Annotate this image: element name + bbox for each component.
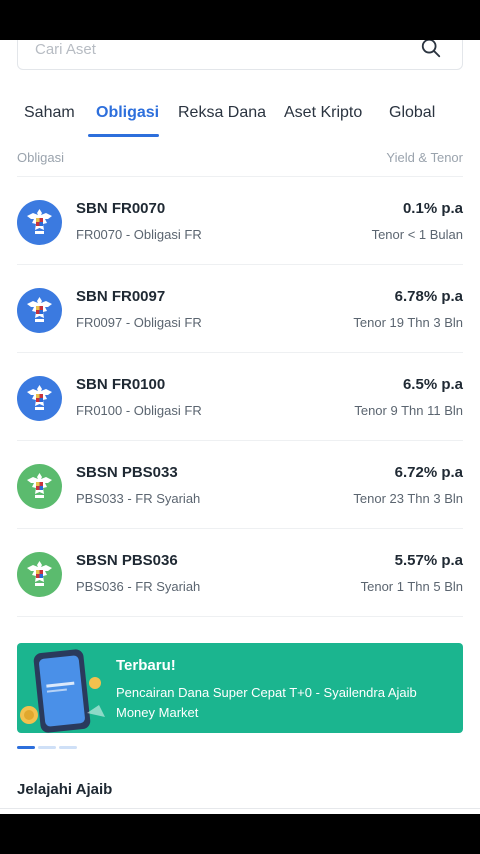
list-header-category: Obligasi bbox=[17, 150, 64, 165]
tab-reksa-dana[interactable]: Reksa Dana bbox=[178, 104, 266, 122]
section-title: Jelajahi Ajaib bbox=[17, 781, 113, 798]
asset-tabs: Saham Obligasi Reksa Dana Aset Kripto Gl… bbox=[0, 104, 480, 138]
bond-name: SBSN PBS033 bbox=[76, 464, 178, 481]
bond-tenor: Tenor 1 Thn 5 Bln bbox=[360, 579, 463, 594]
bond-row[interactable]: SBSN PBS036 PBS036 - FR Syariah 5.57% p.… bbox=[17, 529, 463, 617]
garuda-emblem-icon bbox=[17, 288, 62, 333]
bond-subtitle: FR0100 - Obligasi FR bbox=[76, 403, 202, 418]
search-icon[interactable] bbox=[420, 40, 442, 59]
active-tab-indicator bbox=[88, 134, 159, 137]
bond-yield: 6.78% p.a bbox=[394, 288, 463, 305]
bond-row[interactable]: SBN FR0097 FR0097 - Obligasi FR 6.78% p.… bbox=[17, 265, 463, 353]
list-header-yield-tenor: Yield & Tenor bbox=[386, 150, 463, 165]
divider bbox=[0, 808, 480, 809]
garuda-emblem-icon bbox=[17, 464, 62, 509]
carousel-dot[interactable] bbox=[38, 746, 56, 749]
bond-row[interactable]: SBSN PBS033 PBS033 - FR Syariah 6.72% p.… bbox=[17, 441, 463, 529]
phone-illustration-icon bbox=[20, 649, 105, 733]
banner-description: Pencairan Dana Super Cepat T+0 - Syailen… bbox=[116, 685, 417, 720]
bond-tenor: Tenor 23 Thn 3 Bln bbox=[353, 491, 463, 506]
carousel-dot[interactable] bbox=[59, 746, 77, 749]
promo-banner[interactable]: Terbaru! Pencairan Dana Super Cepat T+0 … bbox=[17, 643, 463, 733]
list-header: Obligasi Yield & Tenor bbox=[17, 150, 463, 168]
bond-tenor: Tenor 19 Thn 3 Bln bbox=[353, 315, 463, 330]
tab-obligasi[interactable]: Obligasi bbox=[96, 104, 159, 122]
bond-name: SBSN PBS036 bbox=[76, 552, 178, 569]
bond-row[interactable]: SBN FR0100 FR0100 - Obligasi FR 6.5% p.a… bbox=[17, 353, 463, 441]
bond-subtitle: FR0097 - Obligasi FR bbox=[76, 315, 202, 330]
bond-yield: 0.1% p.a bbox=[402, 200, 463, 217]
search-bar[interactable] bbox=[17, 40, 463, 70]
bond-yield: 5.57% p.a bbox=[394, 552, 463, 569]
bond-yield: 6.5% p.a bbox=[402, 376, 463, 393]
garuda-emblem-icon bbox=[17, 376, 62, 421]
tab-saham[interactable]: Saham bbox=[24, 104, 75, 122]
bond-tenor: Tenor < 1 Bulan bbox=[371, 227, 463, 242]
tab-global[interactable]: Global bbox=[389, 104, 435, 122]
banner-title: Terbaru! bbox=[116, 657, 176, 674]
search-input[interactable] bbox=[35, 40, 395, 59]
carousel-dot[interactable] bbox=[17, 746, 35, 749]
garuda-emblem-icon bbox=[17, 200, 62, 245]
bond-name: SBN FR0097 bbox=[76, 288, 166, 305]
garuda-emblem-icon bbox=[17, 552, 62, 597]
bond-subtitle: FR0070 - Obligasi FR bbox=[76, 227, 202, 242]
screen: Saham Obligasi Reksa Dana Aset Kripto Gl… bbox=[0, 40, 480, 814]
bond-subtitle: PBS036 - FR Syariah bbox=[76, 579, 201, 594]
bond-yield: 6.72% p.a bbox=[394, 464, 463, 481]
bond-subtitle: PBS033 - FR Syariah bbox=[76, 491, 201, 506]
bond-name: SBN FR0070 bbox=[76, 200, 166, 217]
bond-tenor: Tenor 9 Thn 11 Bln bbox=[354, 403, 463, 418]
bond-row[interactable]: SBN FR0070 FR0070 - Obligasi FR 0.1% p.a… bbox=[17, 177, 463, 265]
bond-name: SBN FR0100 bbox=[76, 376, 166, 393]
tab-aset-kripto[interactable]: Aset Kripto bbox=[284, 104, 362, 122]
